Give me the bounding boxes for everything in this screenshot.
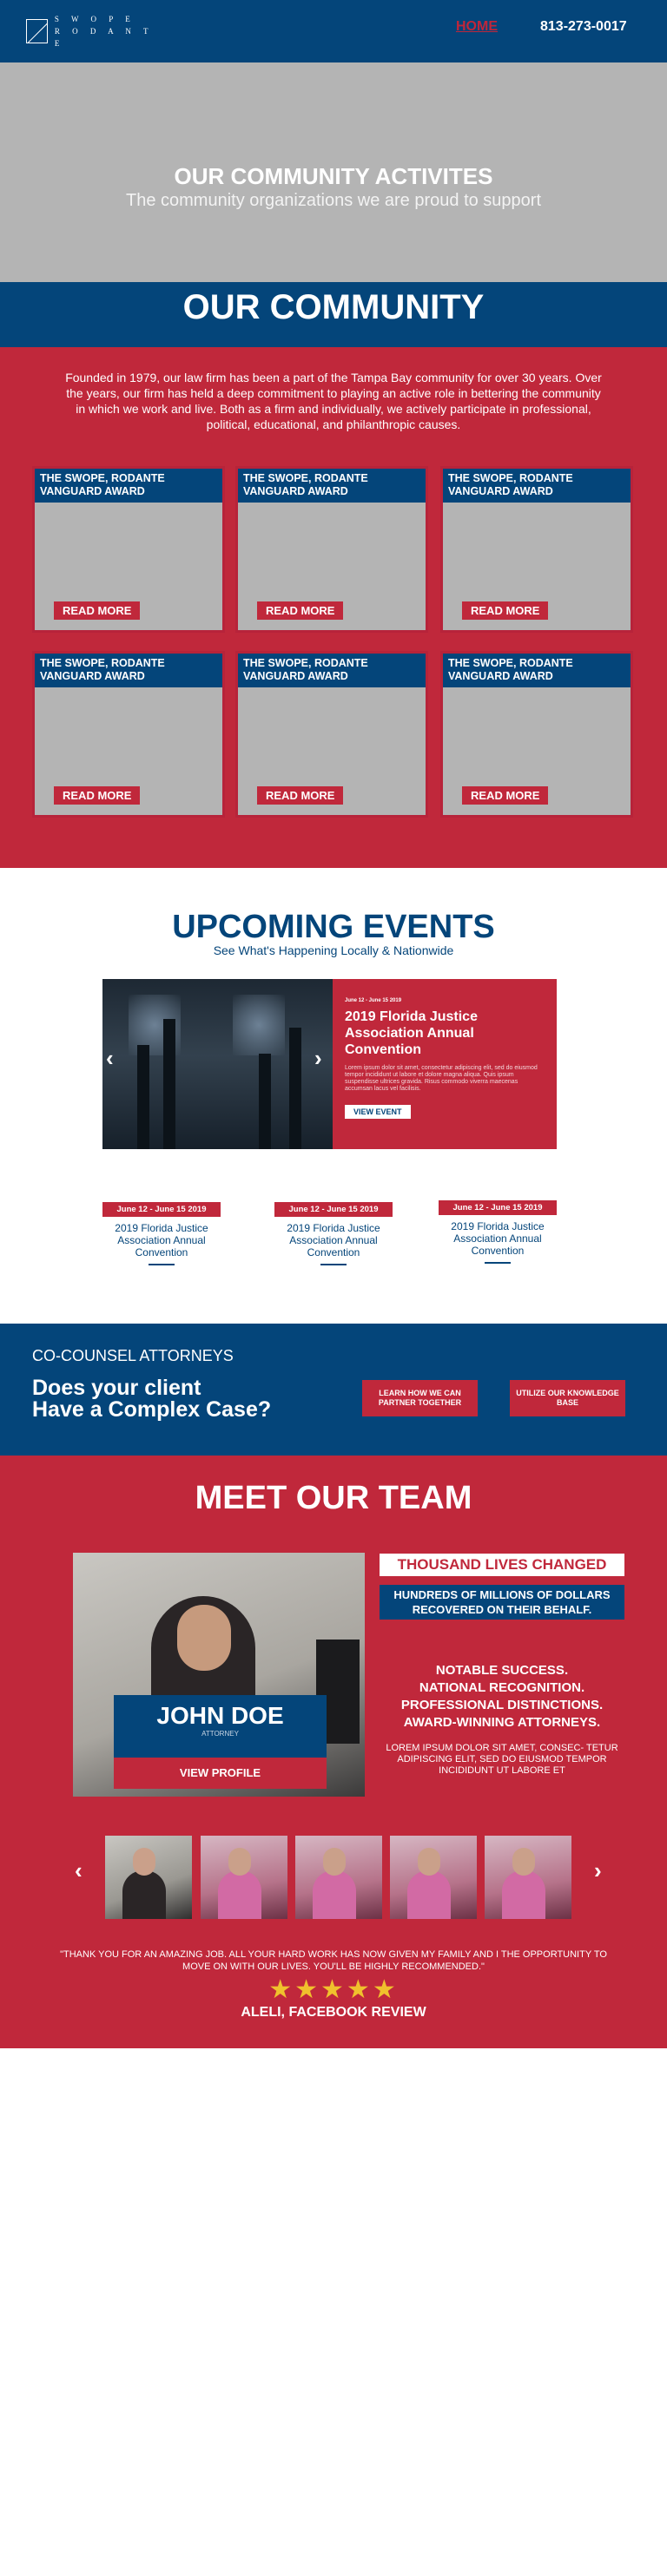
- event-list-date: June 12 - June 15 2019: [274, 1202, 393, 1217]
- star-rating-icon: ★★★★★: [268, 1975, 399, 2004]
- team-thumbnail[interactable]: [105, 1836, 192, 1919]
- hero-title: OUR COMMUNITY ACTIVITES: [174, 163, 493, 189]
- logo-bottom-text: R O D A N T E: [54, 27, 154, 48]
- partner-together-button[interactable]: LEARN HOW WE CAN PARTNER TOGETHER: [362, 1380, 478, 1416]
- event-panel: June 12 - June 15 2019 2019 Florida Just…: [333, 979, 557, 1149]
- review-quote: "THANK YOU FOR AN AMAZING JOB. ALL YOUR …: [60, 1949, 607, 1972]
- card-title: THE SWOPE, RODANTE VANGUARD AWARD: [443, 469, 631, 503]
- event-list-title: 2019 Florida Justice Association Annual …: [451, 1220, 545, 1257]
- tagline-title: THOUSAND LIVES CHANGED: [380, 1554, 624, 1576]
- site-logo[interactable]: S W O P E R O D A N T E: [26, 15, 156, 48]
- event-slider: ‹ › June 12 - June 15 2019 2019 Florida …: [102, 979, 557, 1149]
- community-card: THE SWOPE, RODANTE VANGUARD AWARD READ M…: [32, 651, 225, 818]
- event-title: 2019 Florida Justice Association Annual …: [345, 1009, 478, 1057]
- team-title: MEET OUR TEAM: [195, 1480, 472, 1516]
- hero-subtitle: The community organizations we are proud…: [125, 191, 542, 210]
- event-list-title: 2019 Florida Justice Association Annual …: [287, 1222, 380, 1258]
- community-card: THE SWOPE, RODANTE VANGUARD AWARD READ M…: [235, 466, 428, 633]
- team-prev-arrow-icon[interactable]: ‹: [75, 1857, 83, 1884]
- card-title: THE SWOPE, RODANTE VANGUARD AWARD: [35, 469, 222, 503]
- card-title: THE SWOPE, RODANTE VANGUARD AWARD: [443, 654, 631, 687]
- cocounsel-headline-line-2: Have a Complex Case?: [32, 1397, 272, 1422]
- logo-mark-icon: [26, 19, 48, 43]
- team-thumbnail[interactable]: [390, 1836, 477, 1919]
- team-member-name-box: JOHN DOE ATTORNEY: [114, 1695, 327, 1758]
- card-title: THE SWOPE, RODANTE VANGUARD AWARD: [35, 654, 222, 687]
- team-member-role: ATTORNEY: [201, 1730, 239, 1738]
- event-divider: [149, 1264, 175, 1265]
- read-more-button[interactable]: READ MORE: [257, 601, 344, 620]
- knowledge-base-button[interactable]: UTILIZE OUR KNOWLEDGE BASE: [510, 1380, 625, 1416]
- event-list-title: 2019 Florida Justice Association Annual …: [115, 1222, 208, 1258]
- community-card: THE SWOPE, RODANTE VANGUARD AWARD READ M…: [440, 466, 633, 633]
- reviewer-name: ALELI, FACEBOOK REVIEW: [241, 2005, 426, 2020]
- team-member-name: JOHN DOE: [156, 1702, 284, 1729]
- nav-home-link[interactable]: HOME: [456, 19, 498, 35]
- phone-link[interactable]: 813-273-0017: [540, 19, 627, 35]
- event-description: Lorem ipsum dolor sit amet, consectetur …: [345, 1065, 538, 1092]
- card-title: THE SWOPE, RODANTE VANGUARD AWARD: [238, 654, 426, 687]
- success-line: AWARD-WINNING ATTORNEYS.: [403, 1715, 601, 1730]
- logo-top-text: S W O P E: [54, 15, 135, 23]
- community-intro: Founded in 1979, our law firm has been a…: [65, 371, 602, 431]
- event-list-date: June 12 - June 15 2019: [439, 1200, 557, 1215]
- read-more-button[interactable]: READ MORE: [54, 786, 141, 805]
- success-line: PROFESSIONAL DISTINCTIONS.: [400, 1698, 604, 1712]
- success-line: NOTABLE SUCCESS.: [435, 1663, 569, 1678]
- tagline-body: LOREM IPSUM DOLOR SIT AMET, CONSEC- TETU…: [386, 1743, 618, 1776]
- event-list-item[interactable]: June 12 - June 15 2019 2019 Florida Just…: [439, 1200, 557, 1264]
- team-next-arrow-icon[interactable]: ›: [594, 1857, 602, 1884]
- tagline-subtitle: HUNDREDS OF MILLIONS OF DOLLARS RECOVERE…: [380, 1585, 624, 1620]
- community-card: THE SWOPE, RODANTE VANGUARD AWARD READ M…: [32, 466, 225, 633]
- read-more-button[interactable]: READ MORE: [54, 601, 141, 620]
- view-profile-button[interactable]: VIEW PROFILE: [114, 1758, 327, 1789]
- team-thumbnail[interactable]: [485, 1836, 571, 1919]
- community-title: OUR COMMUNITY: [182, 288, 485, 326]
- success-line: NATIONAL RECOGNITION.: [419, 1680, 585, 1695]
- success-list: NOTABLE SUCCESS. NATIONAL RECOGNITION. P…: [380, 1662, 624, 1732]
- card-title: THE SWOPE, RODANTE VANGUARD AWARD: [238, 469, 426, 503]
- event-divider: [485, 1262, 511, 1264]
- event-list-item[interactable]: June 12 - June 15 2019 2019 Florida Just…: [274, 1202, 393, 1265]
- cocounsel-headline: Does your client Have a Complex Case?: [32, 1377, 271, 1421]
- events-title: UPCOMING EVENTS: [172, 909, 495, 945]
- event-list-date: June 12 - June 15 2019: [102, 1202, 221, 1217]
- read-more-button[interactable]: READ MORE: [462, 786, 549, 805]
- cocounsel-label: CO-COUNSEL ATTORNEYS: [32, 1347, 234, 1364]
- event-divider: [320, 1264, 347, 1265]
- events-subtitle: See What's Happening Locally & Nationwid…: [213, 943, 454, 957]
- team-thumbnail[interactable]: [201, 1836, 287, 1919]
- event-list-item[interactable]: June 12 - June 15 2019 2019 Florida Just…: [102, 1202, 221, 1265]
- team-thumbnail[interactable]: [295, 1836, 382, 1919]
- community-card: THE SWOPE, RODANTE VANGUARD AWARD READ M…: [440, 651, 633, 818]
- read-more-button[interactable]: READ MORE: [462, 601, 549, 620]
- community-card: THE SWOPE, RODANTE VANGUARD AWARD READ M…: [235, 651, 428, 818]
- event-date: June 12 - June 15 2019: [345, 998, 402, 1003]
- read-more-button[interactable]: READ MORE: [257, 786, 344, 805]
- slider-next-arrow-icon[interactable]: ›: [314, 1045, 322, 1072]
- view-event-button[interactable]: VIEW EVENT: [345, 1105, 411, 1119]
- cocounsel-headline-line-1: Does your client: [32, 1376, 201, 1400]
- slider-prev-arrow-icon[interactable]: ‹: [106, 1045, 114, 1072]
- event-image: ‹ ›: [102, 979, 333, 1149]
